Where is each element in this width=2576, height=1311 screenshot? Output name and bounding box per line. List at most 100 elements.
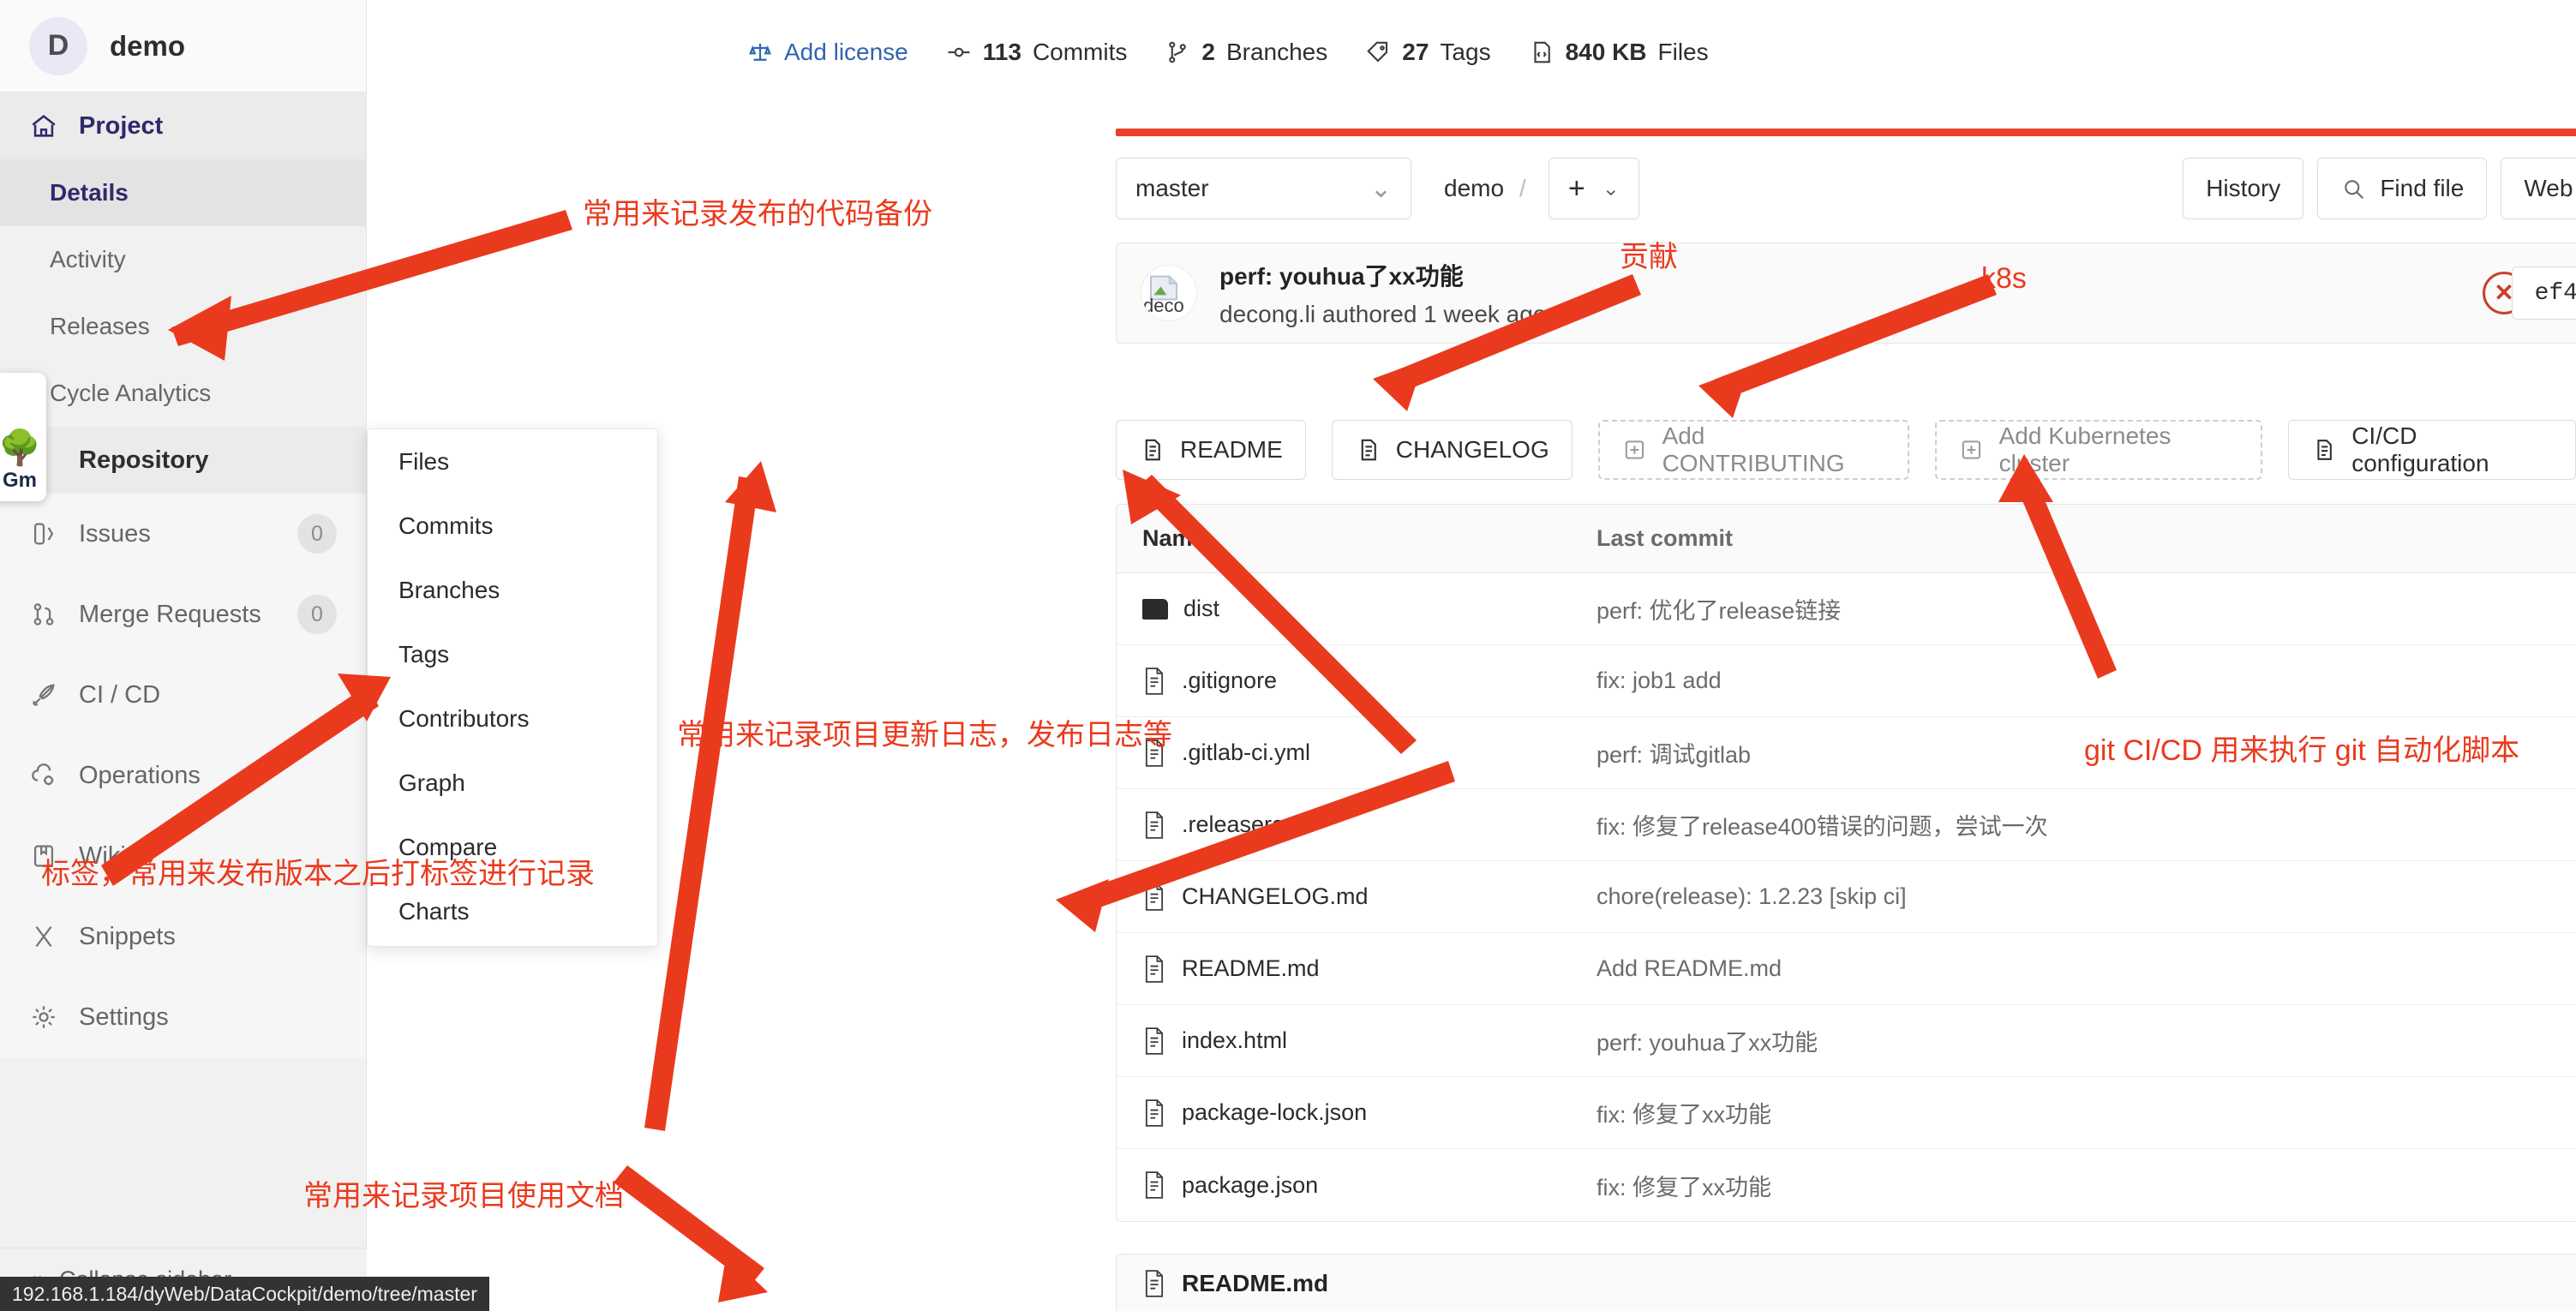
- sidebar-item-ci-cd-label: CI / CD: [79, 681, 337, 709]
- sidebar-item-merge-requests[interactable]: Merge Requests 0: [0, 574, 366, 655]
- file-last-commit[interactable]: perf: 优化了release链接: [1597, 592, 2476, 626]
- rocket-icon: [29, 680, 58, 709]
- repo-stats-row: Add license 113 Commits 2 Branches: [747, 39, 1709, 66]
- file-name[interactable]: .releaserc: [1182, 811, 1284, 838]
- flyout-item-contributors[interactable]: Contributors: [368, 686, 657, 751]
- file-name[interactable]: index.html: [1182, 1027, 1287, 1054]
- files-size: 840 KB: [1566, 39, 1647, 66]
- tag-icon: [1365, 39, 1391, 65]
- add-to-tree-button[interactable]: + ⌄: [1549, 158, 1639, 219]
- flyout-item-tags[interactable]: Tags: [368, 622, 657, 686]
- cicd-configuration-label: CI/CD configuration: [2351, 422, 2553, 477]
- file-name[interactable]: README.md: [1182, 955, 1320, 982]
- branches-stat[interactable]: 2 Branches: [1165, 39, 1327, 66]
- merge-request-icon: [29, 600, 58, 629]
- commit-title[interactable]: perf: youhua了xx功能: [1219, 258, 1546, 292]
- file-icon: [1142, 1099, 1166, 1127]
- file-icon: [1142, 1171, 1166, 1199]
- readme-button-label: README: [1180, 436, 1283, 464]
- project-header[interactable]: D demo: [0, 0, 366, 93]
- changelog-button-label: CHANGELOG: [1396, 436, 1549, 464]
- sidebar-item-operations-label: Operations: [79, 762, 337, 790]
- file-last-update: 2 weeks ago: [2476, 955, 2576, 982]
- issues-icon: [29, 519, 58, 548]
- readme-panel-header[interactable]: README.md: [1116, 1254, 2576, 1311]
- sidebar-item-snippets[interactable]: Snippets: [0, 896, 366, 977]
- cloud-gear-icon: [29, 761, 58, 790]
- file-last-commit[interactable]: Add README.md: [1597, 955, 2476, 982]
- repo-toolbar: master ⌄ demo / + ⌄ History: [1116, 158, 2576, 219]
- table-row[interactable]: README.md Add README.md 2 weeks ago: [1117, 933, 2576, 1005]
- web-ide-button[interactable]: Web IDE: [2501, 158, 2576, 219]
- breadcrumb-root[interactable]: demo: [1444, 175, 1504, 202]
- readme-button[interactable]: README: [1116, 420, 1306, 480]
- table-row[interactable]: package.json fix: 修复了xx功能 1 week ago: [1117, 1149, 2576, 1221]
- table-row[interactable]: index.html perf: youhua了xx功能 1 week ago: [1117, 1005, 2576, 1077]
- file-last-update: 1 week ago: [2476, 1172, 2576, 1199]
- sidebar-item-operations[interactable]: Operations: [0, 735, 366, 816]
- annotation-label-6: 标签，常用来发布版本之后打标签进行记录: [41, 850, 595, 892]
- flyout-item-branches[interactable]: Branches: [368, 558, 657, 622]
- history-button[interactable]: History: [2183, 158, 2303, 219]
- gm-extension-badge[interactable]: 🌳 Gm: [0, 373, 46, 501]
- sidebar-item-cycle-analytics[interactable]: Cycle Analytics: [0, 360, 366, 427]
- changelog-button[interactable]: CHANGELOG: [1332, 420, 1573, 480]
- file-last-commit[interactable]: fix: 修复了release400错误的问题，尝试一次: [1597, 808, 2476, 841]
- sidebar-item-issues-label: Issues: [79, 520, 277, 548]
- commit-sha[interactable]: ef49c350: [2513, 267, 2576, 319]
- sidebar-group-project[interactable]: Project: [0, 93, 366, 159]
- tags-label: Tags: [1440, 39, 1490, 66]
- folder-icon: [1142, 599, 1168, 620]
- files-size-stat[interactable]: 840 KB Files: [1529, 39, 1709, 66]
- file-name[interactable]: package-lock.json: [1182, 1099, 1367, 1126]
- issues-count-badge: 0: [297, 514, 337, 554]
- annotation-label-3: k8s: [1981, 262, 2027, 296]
- file-last-commit[interactable]: perf: youhua了xx功能: [1597, 1024, 2476, 1057]
- file-last-commit[interactable]: fix: 修复了xx功能: [1597, 1096, 2476, 1129]
- history-label: History: [2206, 175, 2280, 202]
- file-name[interactable]: CHANGELOG.md: [1182, 883, 1369, 910]
- find-file-button[interactable]: Find file: [2317, 158, 2487, 219]
- sidebar-item-settings[interactable]: Settings: [0, 977, 366, 1057]
- file-name[interactable]: .gitignore: [1182, 667, 1277, 694]
- file-last-commit[interactable]: fix: 修复了xx功能: [1597, 1169, 2476, 1202]
- file-name[interactable]: dist: [1183, 596, 1219, 622]
- table-row[interactable]: CHANGELOG.md chore(release): 1.2.23 [ski…: [1117, 861, 2576, 933]
- file-icon: [1142, 1270, 1166, 1297]
- annotation-label-7: 常用来记录项目使用文档: [303, 1172, 624, 1214]
- file-last-update: 1 week ago: [2476, 811, 2576, 838]
- file-name[interactable]: .gitlab-ci.yml: [1182, 739, 1310, 766]
- table-row[interactable]: .gitignore fix: job1 add 2 weeks ago: [1117, 645, 2576, 717]
- file-last-commit[interactable]: chore(release): 1.2.23 [skip ci]: [1597, 883, 2476, 910]
- sidebar-group-repository[interactable]: Repository: [0, 427, 366, 494]
- tree-icon: 🌳: [0, 431, 41, 465]
- sidebar-item-details[interactable]: Details: [0, 159, 366, 226]
- table-row[interactable]: package-lock.json fix: 修复了xx功能 1 week ag…: [1117, 1077, 2576, 1149]
- merge-requests-count-badge: 0: [297, 595, 337, 634]
- sidebar-item-ci-cd[interactable]: CI / CD: [0, 655, 366, 735]
- sidebar-item-releases[interactable]: Releases: [0, 293, 366, 360]
- table-row[interactable]: dist perf: 优化了release链接 2 weeks ago: [1117, 573, 2576, 645]
- add-contributing-button[interactable]: Add CONTRIBUTING: [1598, 420, 1909, 480]
- add-license-link[interactable]: Add license: [747, 39, 908, 66]
- table-row[interactable]: .releaserc fix: 修复了release400错误的问题，尝试一次 …: [1117, 789, 2576, 861]
- sidebar-item-activity[interactable]: Activity: [0, 226, 366, 293]
- tags-stat[interactable]: 27 Tags: [1365, 39, 1490, 66]
- flyout-item-graph[interactable]: Graph: [368, 751, 657, 815]
- sidebar-item-snippets-label: Snippets: [79, 923, 337, 951]
- flyout-item-commits[interactable]: Commits: [368, 494, 657, 558]
- annotation-label-4: 常用来记录项目更新日志，发布日志等: [677, 711, 1172, 753]
- flyout-item-files[interactable]: Files: [368, 429, 657, 494]
- file-name[interactable]: package.json: [1182, 1172, 1318, 1199]
- commit-sha-group: ef49c350: [2512, 266, 2576, 320]
- scale-icon: [747, 39, 773, 65]
- branch-select[interactable]: master ⌄: [1116, 158, 1411, 219]
- toolbar-right-group: History Find file Web IDE ⌄: [2183, 158, 2576, 219]
- commits-stat[interactable]: 113 Commits: [946, 39, 1128, 66]
- sidebar-item-issues[interactable]: Issues 0: [0, 494, 366, 574]
- add-kubernetes-cluster-button[interactable]: Add Kubernetes cluster: [1935, 420, 2263, 480]
- file-last-commit[interactable]: fix: job1 add: [1597, 667, 2476, 694]
- quick-actions-row: README CHANGELOG Add CONTRIBUTING Ad: [1116, 420, 2576, 480]
- file-last-update: 1 week ago: [2476, 1027, 2576, 1054]
- cicd-configuration-button[interactable]: CI/CD configuration: [2288, 420, 2576, 480]
